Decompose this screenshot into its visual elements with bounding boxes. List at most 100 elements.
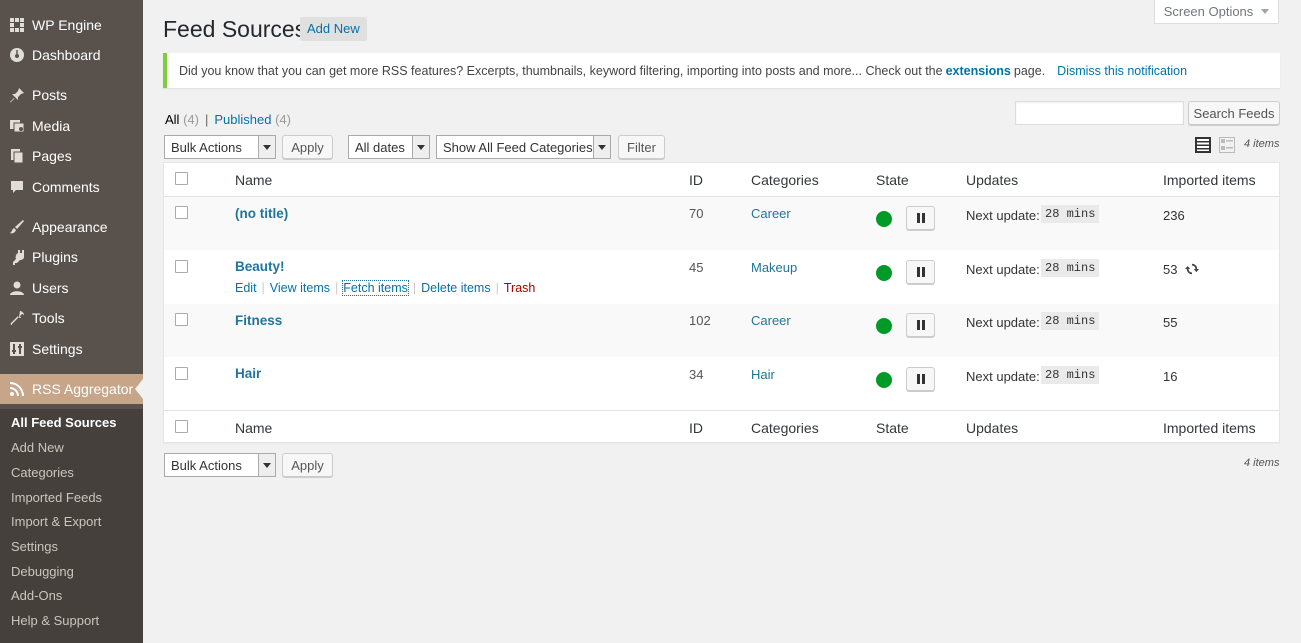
pause-button[interactable] (906, 206, 935, 230)
submenu-add-new[interactable]: Add New (11, 440, 64, 455)
feed-id: 34 (689, 367, 704, 382)
pin-icon (9, 87, 25, 103)
row-checkbox[interactable] (175, 313, 188, 326)
pages-icon (9, 148, 25, 164)
row-checkbox[interactable] (175, 260, 188, 273)
filter-all-link[interactable]: All (4) (165, 112, 199, 127)
menu-item-comments[interactable]: Comments (0, 172, 143, 202)
table-row: Beauty! Edit | View items | Fetch items | Dele… (164, 250, 1279, 303)
extensions-link[interactable]: extensions (946, 64, 1011, 78)
submenu-categories[interactable]: Categories (11, 465, 74, 480)
feed-title-link[interactable]: Hair (235, 366, 261, 381)
apply-button-top[interactable]: Apply (282, 135, 333, 159)
excerpt-view-icon[interactable] (1219, 137, 1235, 153)
filter-published-count: (4) (275, 112, 291, 127)
submenu-help-support[interactable]: Help & Support (11, 613, 99, 628)
menu-label: Appearance (32, 219, 108, 235)
dismiss-notice-link[interactable]: Dismiss this notification (1057, 64, 1187, 78)
select-all-checkbox-bottom[interactable] (175, 420, 188, 433)
delete-items-link[interactable]: Delete items (421, 281, 490, 295)
dashboard-icon (9, 47, 25, 63)
feed-sources-table: Name ID Categories State Updates Importe… (163, 162, 1280, 443)
pause-button[interactable] (906, 313, 935, 337)
menu-item-plugins[interactable]: Plugins (0, 242, 143, 272)
admin-sidebar: WP Engine Dashboard Posts Media Pages Co… (0, 0, 143, 643)
feed-id: 102 (689, 313, 711, 328)
menu-item-media[interactable]: Media (0, 111, 143, 141)
menu-item-tools[interactable]: Tools (0, 303, 143, 333)
filter-published-link[interactable]: Published (4) (214, 112, 291, 127)
menu-label: Posts (32, 87, 68, 103)
table-header: Name ID Categories State Updates Importe… (164, 163, 1279, 197)
bulk-actions-value: Bulk Actions (171, 139, 242, 155)
state-active-indicator (876, 372, 892, 388)
menu-item-wp-engine[interactable]: WP Engine (0, 10, 143, 40)
submenu-imported-feeds[interactable]: Imported Feeds (11, 490, 102, 505)
search-feeds-input[interactable] (1015, 101, 1184, 125)
feed-category-link[interactable]: Makeup (751, 260, 797, 275)
menu-item-settings[interactable]: Settings (0, 334, 143, 364)
comment-icon (9, 179, 25, 195)
add-new-button[interactable]: Add New (300, 17, 367, 41)
apply-button-bottom[interactable]: Apply (282, 453, 333, 477)
menu-item-users[interactable]: Users (0, 273, 143, 303)
menu-label: Users (32, 280, 69, 296)
trash-link[interactable]: Trash (504, 281, 536, 295)
menu-item-rss-aggregator[interactable]: RSS Aggregator (0, 374, 143, 404)
menu-label: Media (32, 118, 71, 134)
settings-icon (9, 341, 25, 357)
refresh-icon (1185, 263, 1199, 275)
search-feeds-button[interactable]: Search Feeds (1188, 101, 1280, 125)
feed-categories-select[interactable]: Show All Feed Categories (436, 135, 611, 159)
pause-icon (916, 213, 920, 223)
next-update-value: 28 mins (1041, 366, 1100, 384)
submenu-import-export[interactable]: Import & Export (11, 514, 101, 529)
dates-select[interactable]: All dates (348, 135, 430, 159)
menu-item-pages[interactable]: Pages (0, 141, 143, 171)
bulk-actions-select-bottom[interactable]: Bulk Actions (164, 453, 276, 477)
screen-options-button[interactable]: Screen Options (1154, 0, 1279, 24)
menu-item-dashboard[interactable]: Dashboard (0, 40, 143, 70)
select-all-checkbox[interactable] (175, 172, 188, 185)
filter-all-label: All (165, 112, 180, 127)
feed-category-link[interactable]: Career (751, 313, 791, 328)
wrench-icon (9, 310, 25, 326)
submenu-debugging[interactable]: Debugging (11, 564, 74, 579)
list-view-icon[interactable] (1195, 137, 1211, 153)
column-id: ID (689, 420, 703, 436)
column-categories: Categories (751, 172, 819, 188)
row-checkbox[interactable] (175, 367, 188, 380)
filter-separator: | (204, 112, 209, 127)
bulk-actions-select-top[interactable]: Bulk Actions (164, 135, 276, 159)
submenu-all-feed-sources[interactable]: All Feed Sources (11, 415, 116, 430)
column-name[interactable]: Name (235, 420, 272, 436)
feed-category-link[interactable]: Hair (751, 367, 775, 382)
view-items-link[interactable]: View items (270, 281, 330, 295)
state-active-indicator (876, 318, 892, 334)
menu-item-posts[interactable]: Posts (0, 80, 143, 110)
menu-item-appearance[interactable]: Appearance (0, 212, 143, 242)
status-filters: All (4) | Published (4) (165, 112, 291, 127)
row-checkbox[interactable] (175, 206, 188, 219)
feed-category-link[interactable]: Career (751, 206, 791, 221)
menu-label: Tools (32, 310, 65, 326)
dropdown-arrow-icon (258, 454, 275, 476)
feed-title-link[interactable]: Beauty! (235, 259, 285, 274)
rss-icon (9, 381, 25, 397)
feed-title-link[interactable]: (no title) (235, 206, 288, 221)
edit-link[interactable]: Edit (235, 281, 257, 295)
filter-all-count: (4) (183, 112, 199, 127)
fetch-items-link[interactable]: Fetch items (342, 280, 409, 296)
filter-published-label: Published (214, 112, 272, 127)
submenu-add-ons[interactable]: Add-Ons (11, 588, 62, 603)
imported-count: 236 (1163, 208, 1185, 223)
column-name[interactable]: Name (235, 172, 272, 188)
feed-title-link[interactable]: Fitness (235, 313, 282, 328)
brush-icon (9, 219, 25, 235)
filter-button[interactable]: Filter (618, 135, 665, 159)
submenu-settings[interactable]: Settings (11, 539, 58, 554)
column-updates: Updates (966, 172, 1019, 188)
pause-button[interactable] (906, 367, 935, 391)
pause-button[interactable] (906, 260, 935, 284)
menu-label: Pages (32, 148, 72, 164)
